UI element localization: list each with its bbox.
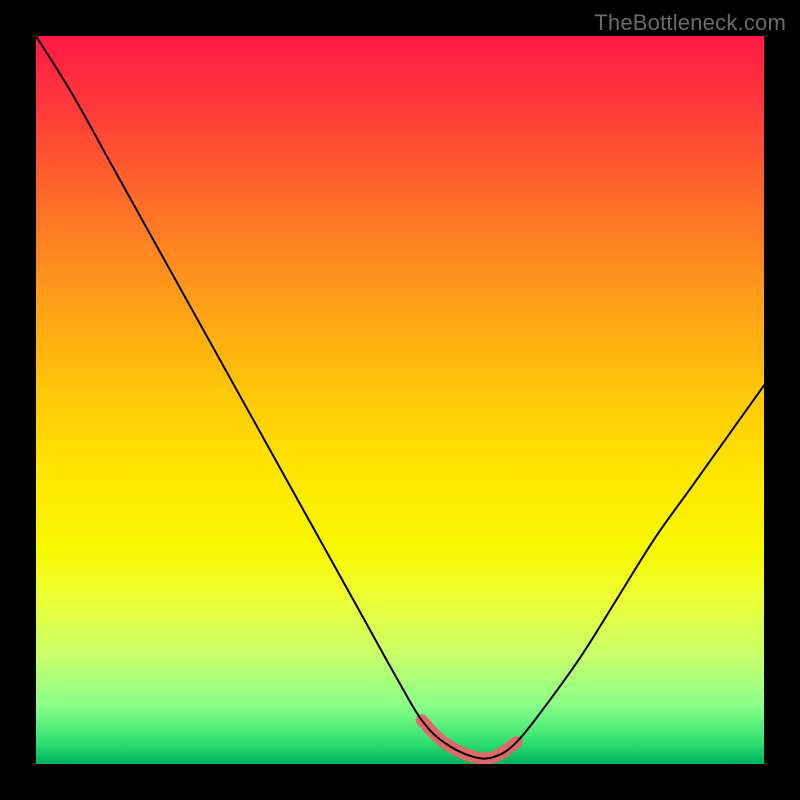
chart-frame: TheBottleneck.com: [0, 0, 800, 800]
curve-svg: [36, 36, 764, 764]
watermark-text: TheBottleneck.com: [594, 10, 786, 36]
bottleneck-curve: [36, 36, 764, 759]
gradient-plot-area: [36, 36, 764, 764]
